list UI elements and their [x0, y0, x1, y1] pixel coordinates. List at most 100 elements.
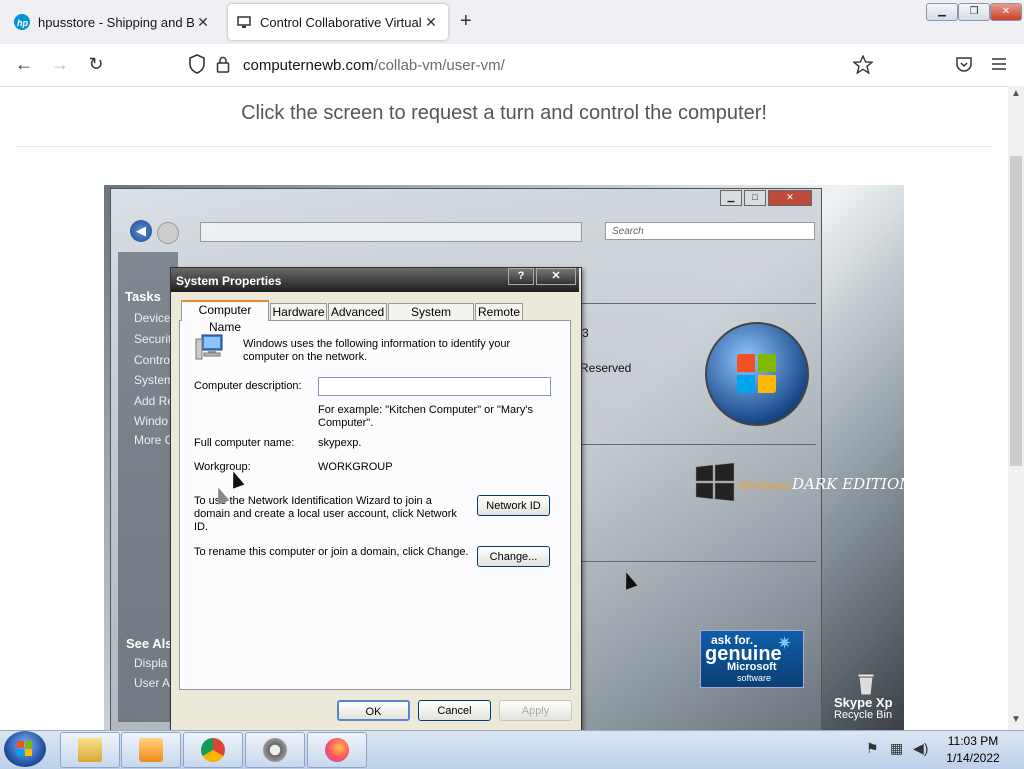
page-headline: Click the screen to request a turn and c…: [241, 102, 767, 124]
tab-close-icon[interactable]: ✕: [194, 14, 212, 31]
firefox-icon: [325, 738, 349, 762]
tab-collab-vm[interactable]: Control Collaborative Virtual M ✕: [228, 4, 448, 40]
url-path: /collab-vm/user-vm/: [373, 57, 505, 74]
computernewb-icon: [237, 16, 251, 28]
clock-time[interactable]: 11:03 PM: [928, 734, 1018, 748]
tab-close-icon[interactable]: ✕: [422, 14, 440, 31]
taskbar-settings-button[interactable]: [245, 732, 305, 768]
task-item[interactable]: Device: [134, 311, 171, 325]
browser-tab-strip: hp hpusstore - Shipping and Billing ✕ Co…: [0, 0, 1024, 44]
tab-system-restore[interactable]: System Restore: [388, 303, 474, 336]
back-button[interactable]: ←: [12, 54, 36, 75]
start-button[interactable]: [4, 731, 46, 767]
task-item[interactable]: Add Re: [134, 394, 174, 408]
computer-network-icon: [195, 334, 223, 360]
media-player-icon: [139, 738, 163, 762]
partial-text: Reserved: [580, 361, 632, 375]
full-computer-name-value: skypexp.: [318, 437, 362, 449]
dialog-help-button[interactable]: ?: [508, 268, 534, 285]
apply-button[interactable]: Apply: [499, 700, 572, 721]
new-tab-button[interactable]: +: [460, 10, 472, 33]
skype-xp-label: Skype Xp: [834, 695, 893, 710]
explorer-address-bar[interactable]: [200, 222, 582, 242]
dialog-title: System Properties: [176, 274, 282, 288]
network-wizard-text: To use the Network Identification Wizard…: [194, 495, 457, 533]
explorer-forward-button[interactable]: [157, 222, 179, 244]
url-bar[interactable]: computernewb.com/collab-vm/user-vm/: [243, 57, 505, 74]
shield-icon[interactable]: [188, 54, 206, 74]
tab-computer-name[interactable]: Computer Name: [181, 300, 269, 334]
svg-text:hp: hp: [17, 18, 28, 28]
cancel-button[interactable]: Cancel: [418, 700, 491, 721]
ok-button[interactable]: OK: [337, 700, 410, 721]
workgroup-value: WORKGROUP: [318, 461, 393, 473]
see-also-title: See Als: [126, 636, 173, 651]
task-item[interactable]: System: [134, 373, 174, 387]
rename-text: To rename this computer or join a domain…: [194, 546, 469, 558]
divider: [578, 303, 816, 304]
intro-text: Windows uses the following information t…: [243, 338, 511, 363]
explorer-minimize-button[interactable]: ▁: [720, 190, 742, 206]
clock-date[interactable]: 1/14/2022: [928, 751, 1018, 765]
reload-button[interactable]: ↻: [84, 54, 108, 75]
recycle-bin-label: Recycle Bin: [834, 709, 893, 721]
tab-advanced[interactable]: Advanced: [328, 303, 387, 320]
computer-description-input[interactable]: [318, 377, 551, 396]
see-also-item[interactable]: Displa: [134, 656, 167, 670]
task-item[interactable]: Securit: [134, 332, 171, 346]
windows-flag-icon: [695, 463, 735, 501]
task-item[interactable]: Contro: [134, 353, 170, 367]
divider: [16, 146, 992, 147]
volume-icon[interactable]: ◀): [913, 740, 928, 757]
tab-hpusstore[interactable]: hp hpusstore - Shipping and Billing ✕: [6, 4, 220, 40]
windows-wordmark: Windows: [738, 478, 791, 493]
tasks-title: Tasks: [125, 289, 161, 304]
taskbar-media-player-button[interactable]: [121, 732, 181, 768]
scrollbar-thumb[interactable]: [1010, 156, 1022, 466]
menu-icon[interactable]: [991, 57, 1007, 71]
network-icon[interactable]: ▦: [890, 740, 903, 757]
explorer-search-input[interactable]: Search: [605, 222, 815, 240]
forward-button[interactable]: →: [48, 54, 72, 75]
window-maximize-button[interactable]: ❐: [958, 3, 990, 21]
explorer-back-button[interactable]: ◀: [130, 220, 152, 242]
scroll-down-arrow-icon[interactable]: ▼: [1008, 714, 1024, 725]
explorer-folder-icon: [78, 738, 102, 762]
chrome-icon: [201, 738, 225, 762]
tab-remote[interactable]: Remote: [475, 303, 523, 320]
lock-icon[interactable]: [216, 56, 230, 73]
computer-description-label: Computer description:: [194, 380, 302, 392]
tab-label: hpusstore - Shipping and Billing: [38, 14, 194, 30]
scroll-up-arrow-icon[interactable]: ▲: [1008, 88, 1024, 99]
star-icon[interactable]: [853, 55, 873, 74]
dark-edition-wordmark: DARK EDITION: [792, 475, 913, 493]
change-button[interactable]: Change...: [477, 546, 550, 567]
window-close-button[interactable]: ✕: [990, 3, 1022, 21]
settings-gear-icon: [263, 738, 287, 762]
explorer-maximize-button[interactable]: □: [744, 190, 766, 206]
taskbar-firefox-button[interactable]: [307, 732, 367, 768]
taskbar-chrome-button[interactable]: [183, 732, 243, 768]
badge-microsoft: Microsoft: [727, 661, 777, 673]
task-item[interactable]: Windo: [134, 414, 168, 428]
genuine-microsoft-badge: ask for. genuine Microsoft software ✷: [700, 630, 804, 688]
full-computer-name-label: Full computer name:: [194, 437, 295, 449]
action-center-flag-icon[interactable]: ⚑: [866, 740, 879, 757]
hp-logo-icon: hp: [14, 14, 30, 30]
see-also-item[interactable]: User A: [134, 676, 170, 690]
task-item[interactable]: More C: [134, 433, 173, 447]
example-text: For example: "Kitchen Computer" or "Mary…: [318, 404, 533, 429]
pocket-icon[interactable]: [955, 56, 973, 73]
divider: [578, 561, 816, 562]
recycle-bin-icon[interactable]: [854, 672, 878, 696]
tab-hardware[interactable]: Hardware: [270, 303, 327, 320]
partial-text: 3: [582, 326, 589, 340]
window-minimize-button[interactable]: ▁: [926, 3, 958, 21]
taskbar-explorer-button[interactable]: [60, 732, 120, 768]
browser-toolbar: ← → ↻: [0, 44, 1024, 87]
workgroup-label: Workgroup:: [194, 461, 251, 473]
divider: [578, 444, 816, 445]
dialog-close-button[interactable]: ✕: [536, 268, 576, 285]
network-id-button[interactable]: Network ID: [477, 495, 550, 516]
explorer-close-button[interactable]: ✕: [768, 190, 812, 206]
